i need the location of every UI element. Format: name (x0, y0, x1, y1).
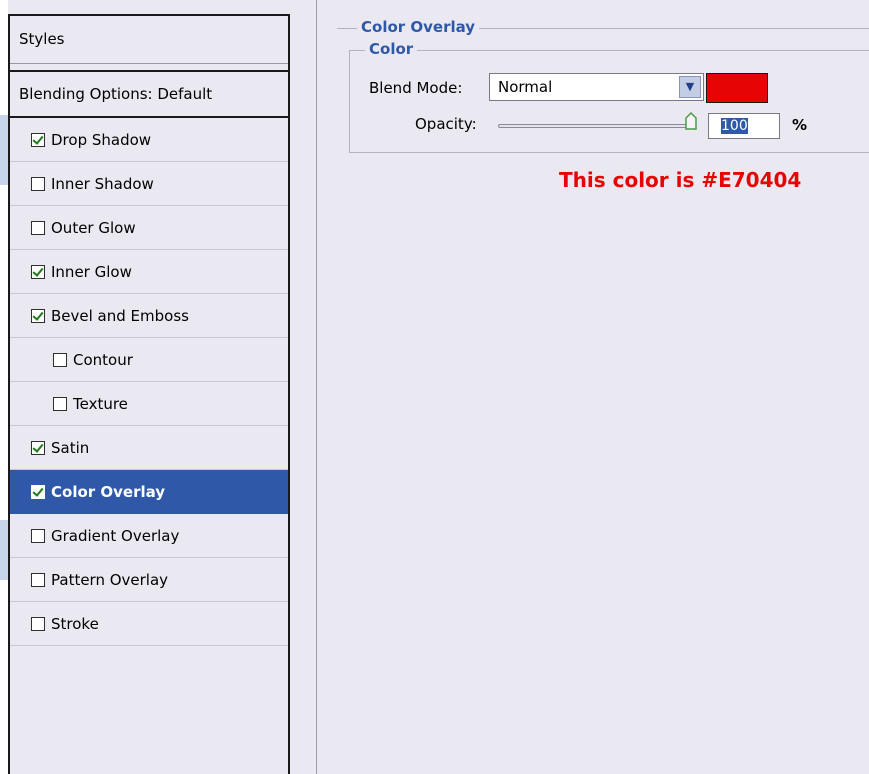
annotation-text: This color is #E70404 (559, 168, 802, 192)
styles-header[interactable]: Styles (10, 16, 288, 64)
style-item-satin[interactable]: Satin (10, 426, 288, 470)
style-item-label: Outer Glow (51, 218, 136, 237)
checkbox-icon[interactable] (31, 308, 45, 323)
style-item-label: Gradient Overlay (51, 526, 180, 545)
overlay-color-swatch[interactable] (706, 73, 768, 103)
checkbox-icon[interactable] (53, 352, 67, 367)
style-item-texture[interactable]: Texture (10, 382, 288, 426)
color-overlay-pane: Color Overlay Color Blend Mode: Normal ▼… (316, 0, 869, 774)
style-item-label: Satin (51, 438, 90, 457)
group-title: Color (365, 40, 418, 58)
slider-thumb-icon[interactable] (685, 112, 697, 130)
style-item-label: Inner Glow (51, 262, 132, 281)
checkbox-icon[interactable] (31, 264, 45, 279)
style-item-contour[interactable]: Contour (10, 338, 288, 382)
style-item-inner-glow[interactable]: Inner Glow (10, 250, 288, 294)
section-title: Color Overlay (357, 18, 480, 36)
checkbox-icon[interactable] (31, 220, 45, 235)
blend-mode-value: Normal (498, 78, 553, 96)
style-item-label: Color Overlay (51, 482, 166, 501)
style-item-label: Drop Shadow (51, 130, 152, 149)
color-group (349, 50, 869, 153)
style-item-outer-glow[interactable]: Outer Glow (10, 206, 288, 250)
style-item-label: Inner Shadow (51, 174, 154, 193)
style-item-color-overlay[interactable]: Color Overlay (10, 470, 288, 514)
checkbox-icon[interactable] (31, 528, 45, 543)
style-item-label: Bevel and Emboss (51, 306, 189, 325)
checkbox-icon[interactable] (31, 616, 45, 631)
styles-list-panel: Styles Blending Options: Default Drop Sh… (8, 14, 290, 774)
opacity-input[interactable]: 100 (708, 113, 780, 139)
style-item-stroke[interactable]: Stroke (10, 602, 288, 646)
blending-options-item[interactable]: Blending Options: Default (10, 70, 288, 118)
style-item-label: Contour (73, 350, 133, 369)
checkbox-icon[interactable] (31, 176, 45, 191)
checkbox-icon[interactable] (31, 440, 45, 455)
opacity-label: Opacity: (415, 115, 477, 133)
checkbox-icon[interactable] (31, 484, 45, 499)
style-item-drop-shadow[interactable]: Drop Shadow (10, 118, 288, 162)
blend-mode-select[interactable]: Normal ▼ (489, 73, 704, 101)
style-item-pattern-overlay[interactable]: Pattern Overlay (10, 558, 288, 602)
checkbox-icon[interactable] (31, 572, 45, 587)
opacity-value: 100 (721, 118, 748, 134)
checkbox-icon[interactable] (53, 396, 67, 411)
layer-style-dialog: Styles Blending Options: Default Drop Sh… (0, 0, 869, 774)
dialog-edge (0, 0, 8, 774)
chevron-down-icon[interactable]: ▼ (679, 76, 701, 98)
style-item-gradient-overlay[interactable]: Gradient Overlay (10, 514, 288, 558)
opacity-unit: % (792, 116, 808, 134)
style-item-label: Pattern Overlay (51, 570, 169, 589)
style-item-label: Stroke (51, 614, 99, 633)
style-item-bevel-and-emboss[interactable]: Bevel and Emboss (10, 294, 288, 338)
opacity-slider-track[interactable] (498, 124, 691, 128)
style-item-label: Texture (73, 394, 128, 413)
blend-mode-label: Blend Mode: (369, 79, 463, 97)
style-items-list: Drop Shadow Inner Shadow Outer Glow Inner G… (10, 118, 288, 646)
style-item-inner-shadow[interactable]: Inner Shadow (10, 162, 288, 206)
checkbox-icon[interactable] (31, 132, 45, 147)
